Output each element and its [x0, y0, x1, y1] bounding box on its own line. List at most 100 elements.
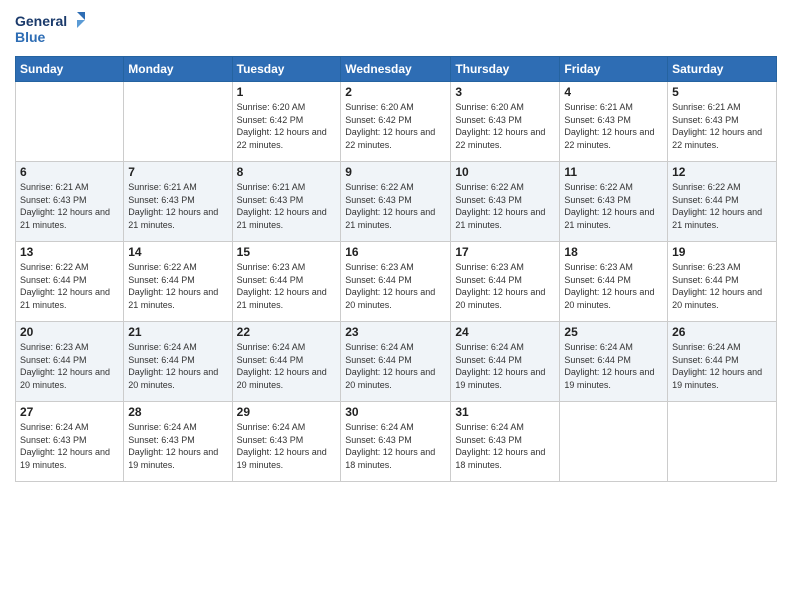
- day-info: Sunrise: 6:24 AMSunset: 6:44 PMDaylight:…: [345, 341, 446, 391]
- page: General Blue SundayMondayTuesdayWednesda…: [0, 0, 792, 612]
- day-number: 6: [20, 165, 119, 179]
- calendar-week-3: 13 Sunrise: 6:22 AMSunset: 6:44 PMDayligh…: [16, 242, 777, 322]
- calendar-cell: 17 Sunrise: 6:23 AMSunset: 6:44 PMDayligh…: [451, 242, 560, 322]
- day-number: 9: [345, 165, 446, 179]
- calendar-week-5: 27 Sunrise: 6:24 AMSunset: 6:43 PMDayligh…: [16, 402, 777, 482]
- day-info: Sunrise: 6:23 AMSunset: 6:44 PMDaylight:…: [564, 261, 663, 311]
- col-header-sunday: Sunday: [16, 57, 124, 82]
- calendar-cell: 2 Sunrise: 6:20 AMSunset: 6:42 PMDaylight…: [341, 82, 451, 162]
- calendar-cell: 14Sunrise: 6:22 AMSunset: 6:44 PMDayligh…: [124, 242, 232, 322]
- day-number: 11: [564, 165, 663, 179]
- calendar-cell: 16 Sunrise: 6:23 AMSunset: 6:44 PMDayligh…: [341, 242, 451, 322]
- day-number: 27: [20, 405, 119, 419]
- svg-text:Blue: Blue: [15, 29, 46, 45]
- day-number: 12: [672, 165, 772, 179]
- day-number: 22: [237, 325, 337, 339]
- col-header-thursday: Thursday: [451, 57, 560, 82]
- calendar-cell: 11 Sunrise: 6:22 AMSunset: 6:43 PMDayligh…: [560, 162, 668, 242]
- day-info: Sunrise: 6:23 AMSunset: 6:44 PMDaylight:…: [237, 261, 337, 311]
- day-info: Sunrise: 6:21 AMSunset: 6:43 PMDaylight:…: [672, 101, 772, 151]
- calendar-cell: [668, 402, 777, 482]
- day-number: 18: [564, 245, 663, 259]
- calendar-cell: 27 Sunrise: 6:24 AMSunset: 6:43 PMDayligh…: [16, 402, 124, 482]
- day-info: Sunrise: 6:24 AMSunset: 6:44 PMDaylight:…: [455, 341, 555, 391]
- day-number: 7: [128, 165, 227, 179]
- svg-text:General: General: [15, 13, 67, 29]
- day-info: Sunrise: 6:24 AMSunset: 6:43 PMDaylight:…: [20, 421, 119, 471]
- header: General Blue: [15, 10, 777, 48]
- day-number: 1: [237, 85, 337, 99]
- day-info: Sunrise: 6:24 AMSunset: 6:44 PMDaylight:…: [128, 341, 227, 391]
- day-number: 24: [455, 325, 555, 339]
- day-number: 26: [672, 325, 772, 339]
- day-info: Sunrise: 6:21 AMSunset: 6:43 PMDaylight:…: [20, 181, 119, 231]
- day-number: 5: [672, 85, 772, 99]
- calendar-week-4: 20Sunrise: 6:23 AMSunset: 6:44 PMDayligh…: [16, 322, 777, 402]
- day-info: Sunrise: 6:21 AMSunset: 6:43 PMDaylight:…: [128, 181, 227, 231]
- day-info: Sunrise: 6:22 AMSunset: 6:43 PMDaylight:…: [345, 181, 446, 231]
- day-info: Sunrise: 6:23 AMSunset: 6:44 PMDaylight:…: [672, 261, 772, 311]
- day-number: 25: [564, 325, 663, 339]
- day-info: Sunrise: 6:23 AMSunset: 6:44 PMDaylight:…: [455, 261, 555, 311]
- day-info: Sunrise: 6:23 AMSunset: 6:44 PMDaylight:…: [345, 261, 446, 311]
- col-header-monday: Monday: [124, 57, 232, 82]
- day-number: 3: [455, 85, 555, 99]
- day-number: 19: [672, 245, 772, 259]
- day-number: 20: [20, 325, 119, 339]
- day-info: Sunrise: 6:24 AMSunset: 6:44 PMDaylight:…: [672, 341, 772, 391]
- day-number: 17: [455, 245, 555, 259]
- col-header-friday: Friday: [560, 57, 668, 82]
- day-info: Sunrise: 6:22 AMSunset: 6:44 PMDaylight:…: [20, 261, 119, 311]
- calendar-week-1: 1 Sunrise: 6:20 AMSunset: 6:42 PMDaylight…: [16, 82, 777, 162]
- calendar-cell: 1Sunrise: 6:20 AMSunset: 6:42 PMDaylight…: [232, 82, 341, 162]
- day-info: Sunrise: 6:24 AMSunset: 6:44 PMDaylight:…: [237, 341, 337, 391]
- calendar-cell: 30Sunrise: 6:24 AMSunset: 6:43 PMDayligh…: [341, 402, 451, 482]
- calendar-cell: 28Sunrise: 6:24 AMSunset: 6:43 PMDayligh…: [124, 402, 232, 482]
- calendar-cell: 22 Sunrise: 6:24 AMSunset: 6:44 PMDayligh…: [232, 322, 341, 402]
- day-info: Sunrise: 6:24 AMSunset: 6:43 PMDaylight:…: [237, 421, 337, 471]
- day-info: Sunrise: 6:20 AMSunset: 6:42 PMDaylight:…: [345, 101, 446, 151]
- day-info: Sunrise: 6:21 AMSunset: 6:43 PMDaylight:…: [564, 101, 663, 151]
- calendar-cell: 20Sunrise: 6:23 AMSunset: 6:44 PMDayligh…: [16, 322, 124, 402]
- day-info: Sunrise: 6:20 AMSunset: 6:43 PMDaylight:…: [455, 101, 555, 151]
- day-number: 14: [128, 245, 227, 259]
- day-info: Sunrise: 6:22 AMSunset: 6:43 PMDaylight:…: [455, 181, 555, 231]
- day-info: Sunrise: 6:22 AMSunset: 6:43 PMDaylight:…: [564, 181, 663, 231]
- col-header-saturday: Saturday: [668, 57, 777, 82]
- calendar-cell: 15Sunrise: 6:23 AMSunset: 6:44 PMDayligh…: [232, 242, 341, 322]
- calendar-cell: 13 Sunrise: 6:22 AMSunset: 6:44 PMDayligh…: [16, 242, 124, 322]
- day-number: 16: [345, 245, 446, 259]
- logo: General Blue: [15, 10, 85, 48]
- calendar-cell: [124, 82, 232, 162]
- calendar-cell: 8 Sunrise: 6:21 AMSunset: 6:43 PMDaylight…: [232, 162, 341, 242]
- col-header-tuesday: Tuesday: [232, 57, 341, 82]
- day-number: 2: [345, 85, 446, 99]
- calendar-cell: 23Sunrise: 6:24 AMSunset: 6:44 PMDayligh…: [341, 322, 451, 402]
- calendar-cell: 24 Sunrise: 6:24 AMSunset: 6:44 PMDayligh…: [451, 322, 560, 402]
- calendar-cell: 19 Sunrise: 6:23 AMSunset: 6:44 PMDayligh…: [668, 242, 777, 322]
- day-info: Sunrise: 6:21 AMSunset: 6:43 PMDaylight:…: [237, 181, 337, 231]
- day-number: 4: [564, 85, 663, 99]
- calendar-cell: 4 Sunrise: 6:21 AMSunset: 6:43 PMDaylight…: [560, 82, 668, 162]
- day-info: Sunrise: 6:22 AMSunset: 6:44 PMDaylight:…: [672, 181, 772, 231]
- calendar-cell: 5 Sunrise: 6:21 AMSunset: 6:43 PMDaylight…: [668, 82, 777, 162]
- calendar-table: SundayMondayTuesdayWednesdayThursdayFrid…: [15, 56, 777, 482]
- day-number: 13: [20, 245, 119, 259]
- col-header-wednesday: Wednesday: [341, 57, 451, 82]
- calendar-cell: 31Sunrise: 6:24 AMSunset: 6:43 PMDayligh…: [451, 402, 560, 482]
- calendar-cell: 26 Sunrise: 6:24 AMSunset: 6:44 PMDayligh…: [668, 322, 777, 402]
- calendar-week-2: 6 Sunrise: 6:21 AMSunset: 6:43 PMDaylight…: [16, 162, 777, 242]
- day-number: 31: [455, 405, 555, 419]
- calendar-cell: 6 Sunrise: 6:21 AMSunset: 6:43 PMDaylight…: [16, 162, 124, 242]
- day-number: 8: [237, 165, 337, 179]
- day-number: 29: [237, 405, 337, 419]
- day-number: 10: [455, 165, 555, 179]
- calendar-cell: 12 Sunrise: 6:22 AMSunset: 6:44 PMDayligh…: [668, 162, 777, 242]
- calendar-cell: 18 Sunrise: 6:23 AMSunset: 6:44 PMDayligh…: [560, 242, 668, 322]
- calendar-cell: 3 Sunrise: 6:20 AMSunset: 6:43 PMDaylight…: [451, 82, 560, 162]
- calendar-cell: 9 Sunrise: 6:22 AMSunset: 6:43 PMDaylight…: [341, 162, 451, 242]
- day-info: Sunrise: 6:24 AMSunset: 6:44 PMDaylight:…: [564, 341, 663, 391]
- day-info: Sunrise: 6:24 AMSunset: 6:43 PMDaylight:…: [128, 421, 227, 471]
- calendar-cell: 25 Sunrise: 6:24 AMSunset: 6:44 PMDayligh…: [560, 322, 668, 402]
- calendar-cell: [560, 402, 668, 482]
